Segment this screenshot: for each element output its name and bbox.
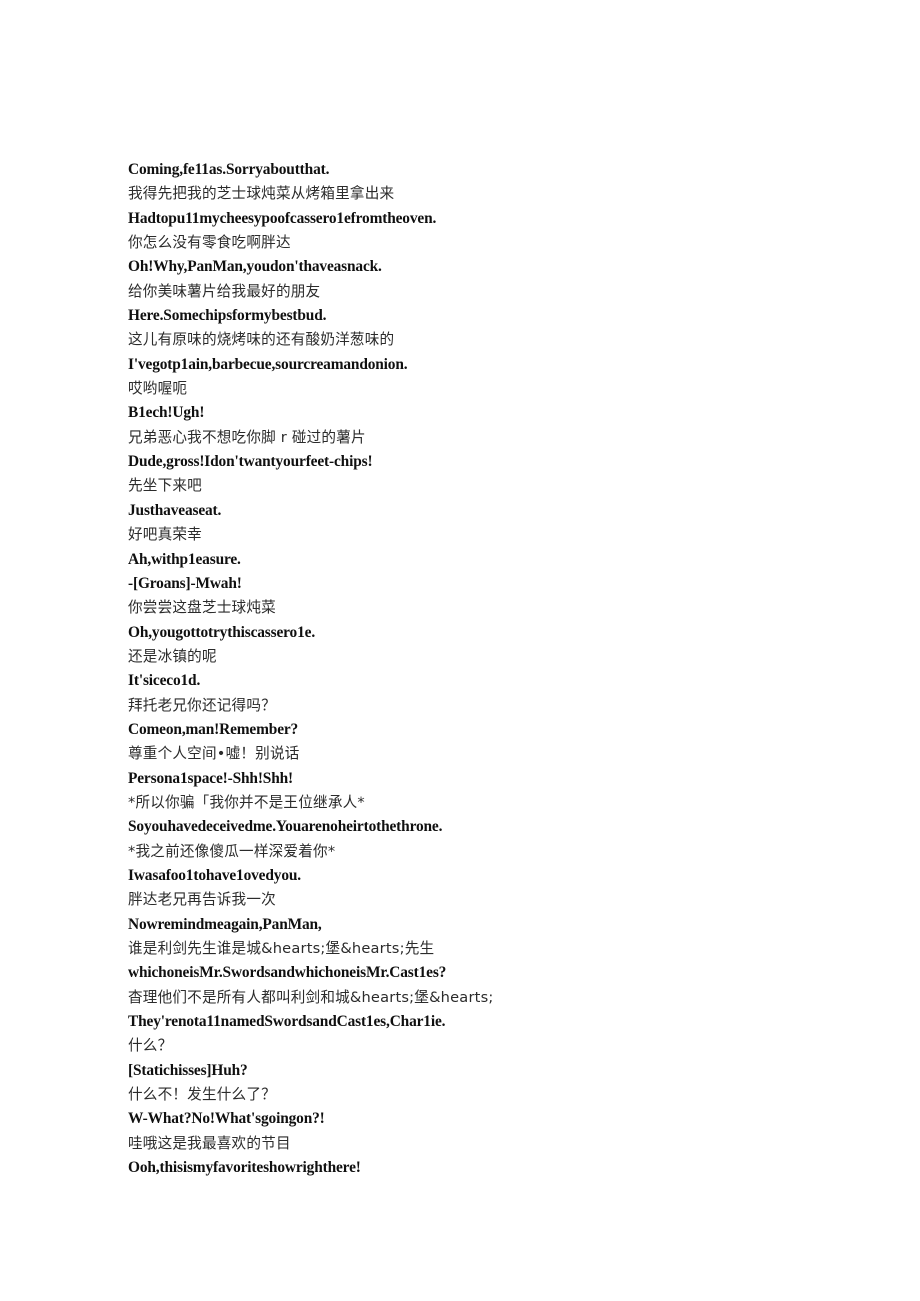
subtitle-line: 拜托老兄你还记得吗？ bbox=[128, 696, 276, 714]
subtitle-line: They'renota11namedSwordsandCast1es,Char1… bbox=[128, 1013, 446, 1031]
subtitle-line: *我之前还像傻瓜一样深爱着你* bbox=[128, 842, 336, 860]
subtitle-line: Ah,withp1easure. bbox=[128, 550, 241, 568]
subtitle-line: Hadtopu11mycheesypoofcassero1efromtheove… bbox=[128, 209, 437, 227]
subtitle-line: [Statichisses]Huh? bbox=[128, 1061, 248, 1079]
subtitle-line: W-What?No!What'sgoingon?! bbox=[128, 1110, 325, 1128]
subtitle-line: It'siceco1d. bbox=[128, 672, 201, 690]
subtitle-line: 尊重个人空间•嘘！别说话 bbox=[128, 745, 300, 763]
subtitle-line: 什么不！发生什么了？ bbox=[128, 1086, 276, 1104]
subtitle-line: Ooh,thisismyfavoriteshowrighthere! bbox=[128, 1159, 361, 1177]
subtitle-line: 你尝尝这盘芝士球炖菜 bbox=[128, 599, 276, 617]
subtitle-line: 好吧真荣幸 bbox=[128, 526, 202, 544]
subtitle-line: Oh!Why,PanMan,youdon'thaveasnack. bbox=[128, 258, 382, 276]
subtitle-line: 我得先把我的芝士球炖菜从烤箱里拿出来 bbox=[128, 185, 395, 203]
subtitle-line: Iwasafoo1tohave1ovedyou. bbox=[128, 866, 301, 884]
subtitle-line: Coming,fe11as.Sorryaboutthat. bbox=[128, 161, 330, 178]
subtitle-line: 哇哦这是我最喜欢的节目 bbox=[128, 1134, 291, 1152]
subtitle-line: 兄弟恶心我不想吃你脚 r 碰过的薯片 bbox=[128, 428, 366, 446]
subtitle-line: Soyouhavedeceivedme.Youarenoheirtothethr… bbox=[128, 818, 443, 836]
subtitle-line: I'vegotp1ain,barbecue,sourcreamandonion. bbox=[128, 355, 408, 373]
subtitle-line: Dude,gross!Idon'twantyourfeet-chips! bbox=[128, 453, 373, 471]
subtitle-line: B1ech!Ugh! bbox=[128, 404, 205, 422]
subtitle-transcript-document: Coming,fe11as.Sorryaboutthat. 我得先把我的芝士球炖菜… bbox=[128, 158, 828, 1180]
subtitle-line: 给你美味薯片给我最好的朋友 bbox=[128, 282, 321, 300]
subtitle-line: 还是冰镇的呢 bbox=[128, 647, 217, 665]
subtitle-line: Here.Somechipsformybestbud. bbox=[128, 307, 327, 325]
subtitle-line: *所以你骗「我你并不是王位继承人* bbox=[128, 793, 365, 811]
subtitle-line: -[Groans]-Mwah! bbox=[128, 574, 242, 592]
subtitle-line: Oh,yougottotrythiscassero1e. bbox=[128, 623, 316, 641]
subtitle-line: Justhaveaseat. bbox=[128, 501, 222, 519]
subtitle-line: 你怎么没有零食吃啊胖达 bbox=[128, 234, 291, 252]
subtitle-line: 谁是利剑先生谁是城&hearts;堡&hearts;先生 bbox=[128, 940, 435, 957]
subtitle-line: 哎哟喔呃 bbox=[128, 380, 188, 398]
subtitle-line: 杳理他们不是所有人都叫利剑和城&hearts;堡&hearts; bbox=[128, 988, 494, 1006]
subtitle-line: 胖达老兄再告诉我一次 bbox=[128, 891, 276, 909]
subtitle-line: Comeon,man!Remember? bbox=[128, 720, 299, 738]
subtitle-line: 先坐下来吧 bbox=[128, 477, 202, 495]
subtitle-line: Persona1space!-Shh!Shh! bbox=[128, 769, 294, 787]
subtitle-line: 这儿有原味的烧烤味的还有酸奶洋葱味的 bbox=[128, 331, 395, 349]
subtitle-line: 什么？ bbox=[128, 1037, 173, 1055]
subtitle-line: whichoneisMr.SwordsandwhichoneisMr.Cast1… bbox=[128, 964, 447, 982]
subtitle-line: Nowremindmeagain,PanMan, bbox=[128, 915, 322, 933]
